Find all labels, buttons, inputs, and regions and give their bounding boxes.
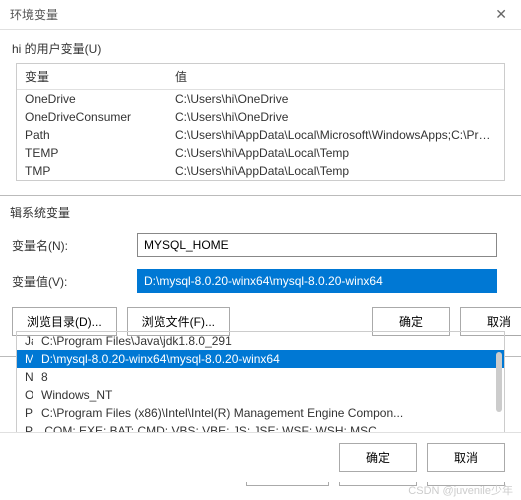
scrollbar[interactable] <box>496 352 502 412</box>
table-row[interactable]: OneDriveC:\Users\hi\OneDrive <box>17 90 504 109</box>
var-value-label: 变量值(V): <box>12 273 127 290</box>
titlebar: 环境变量 ✕ <box>0 0 521 30</box>
window-title: 环境变量 <box>10 6 58 23</box>
sys-vars-table-wrap: Java_homeC:\Program Files\Java\jdk1.8.0_… <box>16 331 505 441</box>
ok-button[interactable]: 确定 <box>339 443 417 472</box>
col-value[interactable]: 值 <box>167 64 504 90</box>
user-vars-table-wrap: 变量 值 OneDriveC:\Users\hi\OneDriveOneDriv… <box>16 63 505 181</box>
table-row[interactable]: OneDriveConsumerC:\Users\hi\OneDrive <box>17 108 504 126</box>
var-value-input[interactable] <box>137 269 497 293</box>
table-row[interactable]: Java_homeC:\Program Files\Java\jdk1.8.0_… <box>17 332 504 350</box>
table-row[interactable]: MYSQL_HOMED:\mysql-8.0.20-winx64\mysql-8… <box>17 350 504 368</box>
user-vars-label: hi 的用户变量(U) <box>0 30 521 63</box>
var-name-input[interactable] <box>137 233 497 257</box>
close-icon[interactable]: ✕ <box>491 6 511 23</box>
table-row[interactable]: PathC:\Users\hi\AppData\Local\Microsoft\… <box>17 126 504 144</box>
watermark: CSDN @juvenile少年 <box>408 482 513 498</box>
dialog-footer: 确定 取消 <box>0 432 521 482</box>
table-row[interactable]: PathC:\Program Files (x86)\Intel\Intel(R… <box>17 404 504 422</box>
var-name-label: 变量名(N): <box>12 237 127 254</box>
table-row[interactable]: TEMPC:\Users\hi\AppData\Local\Temp <box>17 144 504 162</box>
cancel-button[interactable]: 取消 <box>427 443 505 472</box>
col-name[interactable]: 变量 <box>17 64 167 90</box>
table-row[interactable]: TMPC:\Users\hi\AppData\Local\Temp <box>17 162 504 180</box>
sys-vars-table[interactable]: Java_homeC:\Program Files\Java\jdk1.8.0_… <box>17 332 504 440</box>
edit-dialog-title: 辑系统变量 <box>10 204 70 221</box>
table-row[interactable]: NUMBER_OF_PROCESSORS8 <box>17 368 504 386</box>
user-vars-table[interactable]: 变量 值 OneDriveC:\Users\hi\OneDriveOneDriv… <box>17 64 504 180</box>
table-row[interactable]: OSWindows_NT <box>17 386 504 404</box>
